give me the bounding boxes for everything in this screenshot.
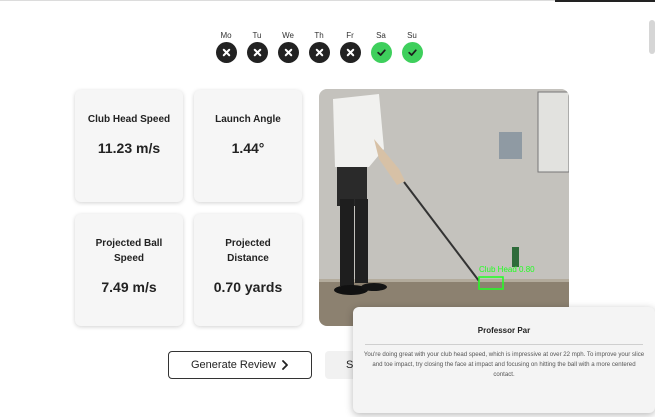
day-su: Su	[401, 31, 423, 63]
metric-card-distance: Projected Distance 0.70 yards	[194, 214, 302, 326]
metric-title: Club Head Speed	[87, 114, 171, 125]
day-fr: Fr	[339, 31, 361, 63]
detection-label: Club Head 0.80	[479, 265, 535, 274]
day-status-completed	[401, 42, 423, 63]
metric-value: 11.23 m/s	[97, 140, 161, 156]
metric-value: 0.70 yards	[213, 279, 283, 295]
popup-body: You're doing great with your club head s…	[363, 351, 645, 378]
day-th: Th	[308, 31, 330, 63]
x-icon	[284, 48, 292, 57]
day-label: Sa	[376, 31, 386, 40]
generate-review-button[interactable]: Generate Review	[168, 351, 312, 379]
top-edge-bar	[555, 0, 655, 2]
professor-par-popup: Professor Par You're doing great with yo…	[353, 307, 655, 413]
metric-value: 1.44°	[231, 140, 265, 156]
metric-card-club-head-speed: Club Head Speed 11.23 m/s	[75, 90, 183, 202]
day-status-completed	[370, 42, 392, 63]
day-status-missed	[308, 42, 330, 63]
day-mo: Mo	[215, 31, 237, 63]
x-icon	[315, 48, 323, 57]
day-label: Su	[407, 31, 417, 40]
day-status-missed	[246, 42, 268, 63]
x-icon	[346, 48, 354, 57]
day-status-missed	[339, 42, 361, 63]
day-label: Mo	[220, 31, 232, 40]
day-we: We	[277, 31, 299, 63]
popup-title: Professor Par	[477, 326, 531, 335]
swing-video-frame: Club Head 0.80	[319, 89, 569, 326]
metric-title: Projected Ball Speed	[95, 238, 163, 264]
metric-title: Launch Angle	[215, 114, 281, 125]
day-label: Tu	[252, 31, 262, 40]
chevron-right-icon	[282, 360, 288, 370]
day-status-missed	[215, 42, 237, 63]
generate-review-label: Generate Review	[191, 359, 276, 371]
check-icon	[376, 49, 386, 56]
day-label: Th	[314, 31, 324, 40]
week-streak: Mo Tu We Th Fr Sa Su	[215, 31, 423, 63]
x-icon	[222, 48, 230, 57]
day-tu: Tu	[246, 31, 268, 63]
metric-value: 7.49 m/s	[101, 279, 157, 295]
x-icon	[253, 48, 261, 57]
metric-card-launch-angle: Launch Angle 1.44°	[194, 90, 302, 202]
day-status-missed	[277, 42, 299, 63]
metric-title: Projected Distance	[225, 238, 271, 264]
day-sa: Sa	[370, 31, 392, 63]
check-icon	[407, 49, 417, 56]
scrollbar-thumb[interactable]	[649, 20, 655, 54]
day-label: We	[282, 31, 294, 40]
metric-card-ball-speed: Projected Ball Speed 7.49 m/s	[75, 214, 183, 326]
day-label: Fr	[346, 31, 354, 40]
swing-video[interactable]: Club Head 0.80	[319, 89, 569, 326]
